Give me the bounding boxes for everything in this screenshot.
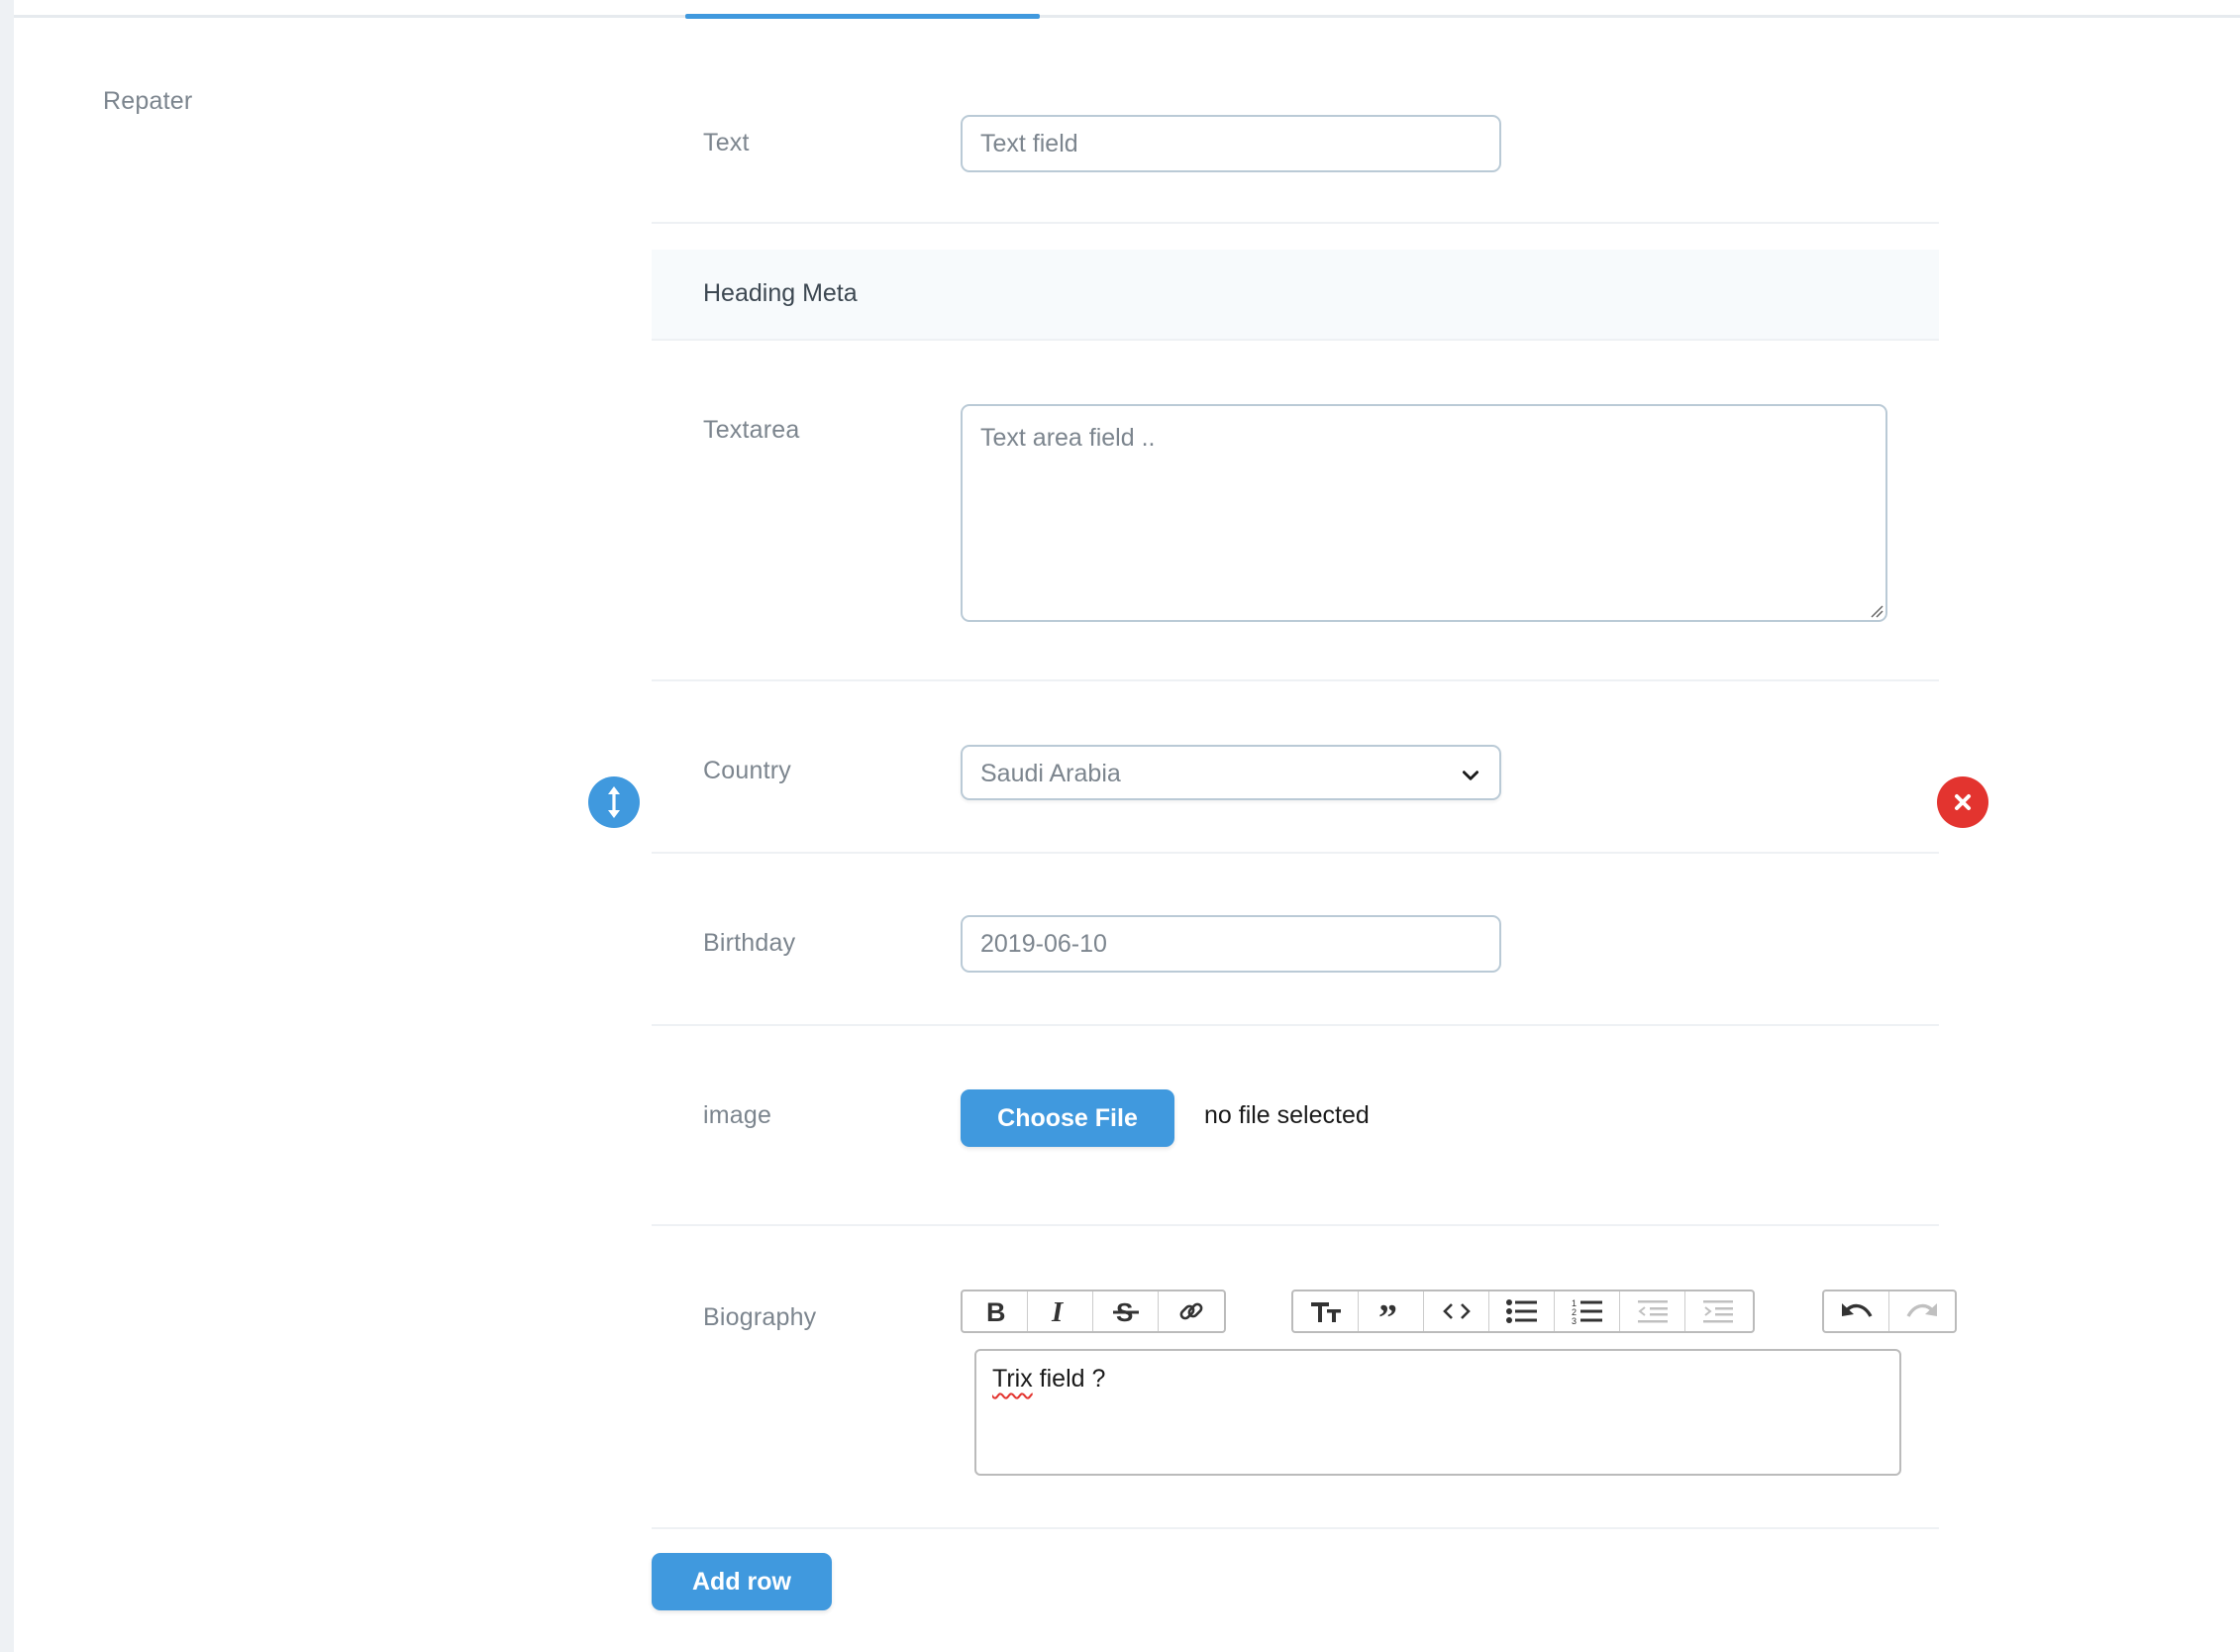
bold-icon: B [986, 1298, 1006, 1324]
image-label: image [703, 1101, 772, 1129]
repeater-card: Repater Text Heading Meta Textarea Count… [14, 0, 2240, 1652]
number-list-button[interactable]: 123 [1555, 1291, 1620, 1331]
chevron-down-icon [1462, 771, 1479, 780]
heading-meta-row: Heading Meta [652, 250, 1939, 341]
outdent-button[interactable] [1620, 1291, 1685, 1331]
code-icon [1442, 1303, 1471, 1319]
italic-button[interactable]: I [1028, 1291, 1093, 1331]
text-label: Text [703, 129, 750, 156]
choose-file-button[interactable]: Choose File [961, 1089, 1174, 1147]
quote-button[interactable]: ” [1359, 1291, 1424, 1331]
country-select[interactable]: Saudi Arabia [961, 745, 1501, 800]
number-list-icon: 123 [1572, 1298, 1602, 1325]
birthday-input[interactable] [961, 915, 1501, 973]
birthday-label: Birthday [703, 929, 796, 957]
indent-button[interactable] [1685, 1291, 1751, 1331]
redo-button[interactable] [1889, 1291, 1955, 1331]
undo-button[interactable] [1824, 1291, 1889, 1331]
bullet-list-icon [1505, 1299, 1537, 1323]
trix-content-rest: field ? [1032, 1365, 1106, 1393]
biography-label: Biography [703, 1303, 817, 1331]
country-select-value: Saudi Arabia [980, 760, 1121, 787]
trix-editor[interactable]: Trix field ? [974, 1349, 1901, 1476]
file-status-text: no file selected [1204, 1101, 1370, 1129]
strikethrough-icon: S [1112, 1298, 1139, 1324]
strikethrough-button[interactable]: S [1093, 1291, 1159, 1331]
link-button[interactable] [1159, 1291, 1224, 1331]
svg-text:3: 3 [1572, 1316, 1577, 1325]
resize-grip-icon[interactable] [1868, 602, 1884, 618]
svg-text:”: ” [1378, 1298, 1397, 1324]
quote-icon: ” [1378, 1298, 1397, 1324]
textarea-label: Textarea [703, 416, 800, 444]
outdent-icon [1637, 1300, 1668, 1323]
divider [652, 1024, 1939, 1026]
country-label: Country [703, 757, 791, 784]
close-icon [1955, 794, 1971, 810]
divider [652, 679, 1939, 681]
italic-icon: I [1051, 1298, 1065, 1324]
divider [652, 1527, 1939, 1529]
link-icon [1179, 1302, 1203, 1320]
undo-icon [1841, 1303, 1872, 1317]
remove-row-button[interactable] [1937, 776, 1988, 828]
history-toolbar [1822, 1290, 1957, 1333]
bullet-list-button[interactable] [1489, 1291, 1555, 1331]
vertical-arrows-icon [608, 786, 620, 818]
heading-button[interactable] [1293, 1291, 1359, 1331]
svg-text:B: B [986, 1298, 1006, 1324]
code-button[interactable] [1424, 1291, 1489, 1331]
svg-text:I: I [1051, 1298, 1065, 1324]
section-label: Repater [103, 87, 193, 115]
divider [652, 222, 1939, 224]
block-format-toolbar: ” 123 [1291, 1290, 1755, 1333]
text-input[interactable] [961, 115, 1501, 172]
trix-editor-content: Trix field ? [992, 1365, 1105, 1394]
heading-icon [1310, 1302, 1341, 1322]
divider [652, 852, 1939, 854]
text-format-toolbar: B I S [961, 1290, 1226, 1333]
redo-icon [1906, 1303, 1937, 1317]
reorder-handle-button[interactable] [588, 776, 640, 828]
heading-meta-label: Heading Meta [703, 279, 858, 307]
textarea-input[interactable] [961, 404, 1887, 622]
tab-bar-line [14, 15, 2240, 18]
misspelled-word: Trix [992, 1365, 1033, 1393]
bold-button[interactable]: B [963, 1291, 1028, 1331]
add-row-button[interactable]: Add row [652, 1553, 832, 1610]
active-tab-indicator [685, 14, 1040, 19]
divider [652, 1224, 1939, 1226]
indent-icon [1703, 1300, 1733, 1323]
